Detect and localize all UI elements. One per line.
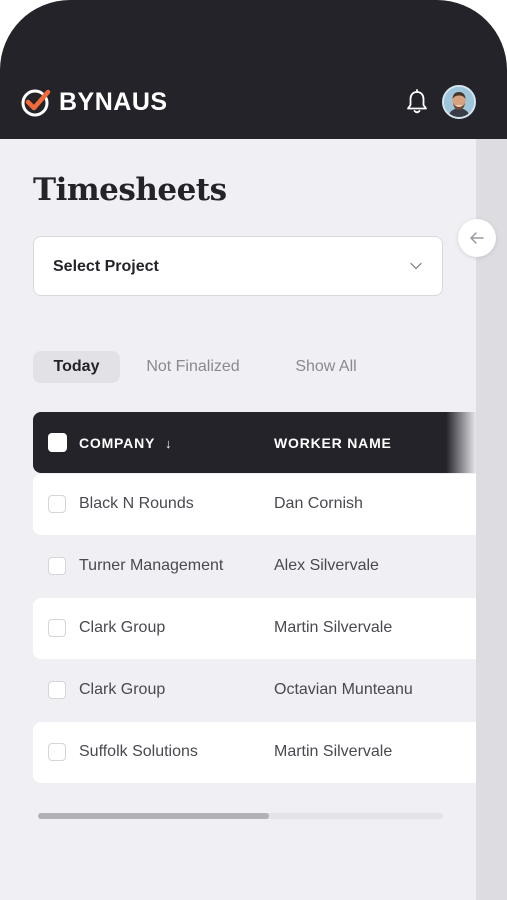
chevron-down-icon bbox=[410, 262, 422, 270]
table-row[interactable]: Clark Group Octavian Munteanu bbox=[33, 660, 476, 721]
scrollbar-thumb[interactable] bbox=[38, 813, 269, 819]
worker-name-cell: Alex Silvervale bbox=[274, 557, 379, 574]
worker-name-cell: Martin Silvervale bbox=[274, 743, 393, 760]
avatar[interactable] bbox=[442, 85, 476, 119]
tab-not-finalized[interactable]: Not Finalized bbox=[139, 351, 247, 383]
worker-name-cell: Octavian Munteanu bbox=[274, 681, 413, 698]
tab-show-all[interactable]: Show All bbox=[286, 351, 366, 383]
brand-name: BYNAUS bbox=[59, 87, 168, 116]
company-cell: Clark Group bbox=[79, 619, 166, 636]
row-checkbox[interactable] bbox=[48, 743, 66, 761]
collapse-panel-button[interactable] bbox=[458, 219, 496, 257]
brand-logo[interactable]: BYNAUS bbox=[20, 86, 168, 118]
worker-name-cell: Dan Cornish bbox=[274, 495, 363, 512]
row-checkbox[interactable] bbox=[48, 557, 66, 575]
app-screen: BYNAUS Timesheets Select Project Today N… bbox=[0, 0, 507, 900]
header-scroll-fade bbox=[446, 412, 476, 473]
bell-icon[interactable] bbox=[405, 89, 429, 115]
arrow-left-icon bbox=[470, 232, 484, 244]
company-cell: Clark Group bbox=[79, 681, 166, 698]
worker-name-cell: Martin Silvervale bbox=[274, 619, 393, 636]
row-checkbox[interactable] bbox=[48, 619, 66, 637]
row-checkbox[interactable] bbox=[48, 495, 66, 513]
horizontal-scrollbar[interactable] bbox=[38, 813, 443, 819]
company-cell: Black N Rounds bbox=[79, 495, 194, 512]
column-header-worker-name[interactable]: WORKER NAME bbox=[274, 435, 392, 451]
project-select-label: Select Project bbox=[53, 258, 159, 275]
tab-today[interactable]: Today bbox=[33, 351, 120, 383]
table-row[interactable]: Clark Group Martin Silvervale bbox=[33, 598, 476, 659]
checkmark-logo-icon bbox=[21, 89, 51, 117]
table-header: COMPANY ↓ WORKER NAME bbox=[33, 412, 476, 473]
table-row[interactable]: Turner Management Alex Silvervale bbox=[33, 536, 476, 597]
select-all-checkbox[interactable] bbox=[48, 433, 67, 452]
table-row[interactable]: Suffolk Solutions Martin Silvervale bbox=[33, 722, 476, 783]
page-title: Timesheets bbox=[33, 172, 227, 208]
sort-down-icon[interactable]: ↓ bbox=[165, 436, 172, 451]
timesheets-table: COMPANY ↓ WORKER NAME Black N Rounds Dan… bbox=[33, 412, 476, 784]
company-cell: Suffolk Solutions bbox=[79, 743, 198, 760]
column-header-company[interactable]: COMPANY bbox=[79, 435, 155, 451]
company-cell: Turner Management bbox=[79, 557, 224, 574]
project-select[interactable]: Select Project bbox=[33, 236, 443, 296]
table-row[interactable]: Black N Rounds Dan Cornish bbox=[33, 474, 476, 535]
row-checkbox[interactable] bbox=[48, 681, 66, 699]
app-header: BYNAUS bbox=[0, 0, 507, 139]
user-avatar-icon bbox=[444, 87, 474, 117]
